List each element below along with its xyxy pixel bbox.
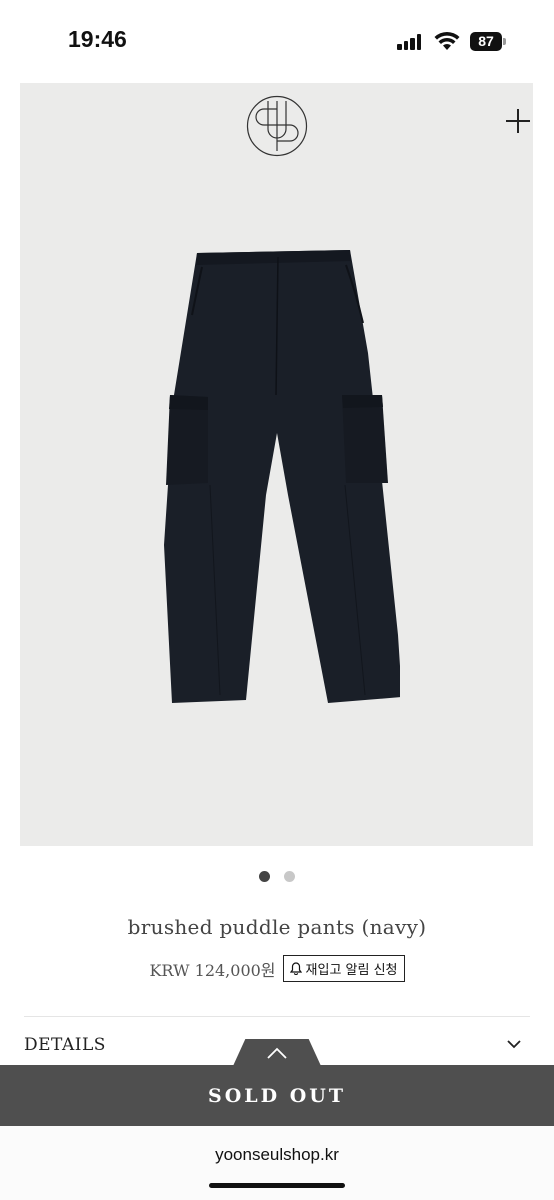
url-text[interactable]: yoonseulshop.kr <box>0 1145 554 1165</box>
battery-indicator: 87 <box>470 32 502 51</box>
bell-icon <box>289 962 302 975</box>
plus-icon[interactable] <box>505 108 531 134</box>
cellular-signal-icon <box>397 34 423 50</box>
divider <box>24 1016 530 1017</box>
product-title: brushed puddle pants (navy) <box>127 915 427 939</box>
product-price: KRW 124,000원 <box>149 960 276 980</box>
details-toggle-label[interactable]: DETAILS <box>24 1035 106 1055</box>
chevron-up-icon[interactable] <box>266 1047 288 1059</box>
wifi-icon <box>434 31 460 50</box>
restock-alert-button[interactable]: 재입고 알림 신청 <box>282 955 405 982</box>
status-time: 19:46 <box>68 26 127 52</box>
brand-monogram-icon[interactable] <box>246 95 308 157</box>
navy-cargo-pants-photo <box>164 250 400 703</box>
battery-tip <box>503 38 506 45</box>
price-row: KRW 124,000원 재입고 알림 신청 <box>0 955 554 982</box>
product-image-gallery[interactable] <box>20 83 533 846</box>
sold-out-label: SOLD OUT <box>208 1084 346 1107</box>
carousel-dot-2[interactable] <box>284 871 296 882</box>
chevron-down-icon[interactable] <box>506 1038 522 1050</box>
browser-address-bar[interactable]: yoonseulshop.kr <box>0 1126 554 1200</box>
carousel-indicator <box>0 869 554 887</box>
restock-alert-label: 재입고 알림 신청 <box>305 963 398 978</box>
sold-out-button[interactable]: SOLD OUT <box>0 1065 554 1126</box>
carousel-dot-1[interactable] <box>258 871 270 882</box>
status-bar: 19:46 87 <box>0 0 554 80</box>
home-indicator[interactable] <box>209 1183 345 1188</box>
